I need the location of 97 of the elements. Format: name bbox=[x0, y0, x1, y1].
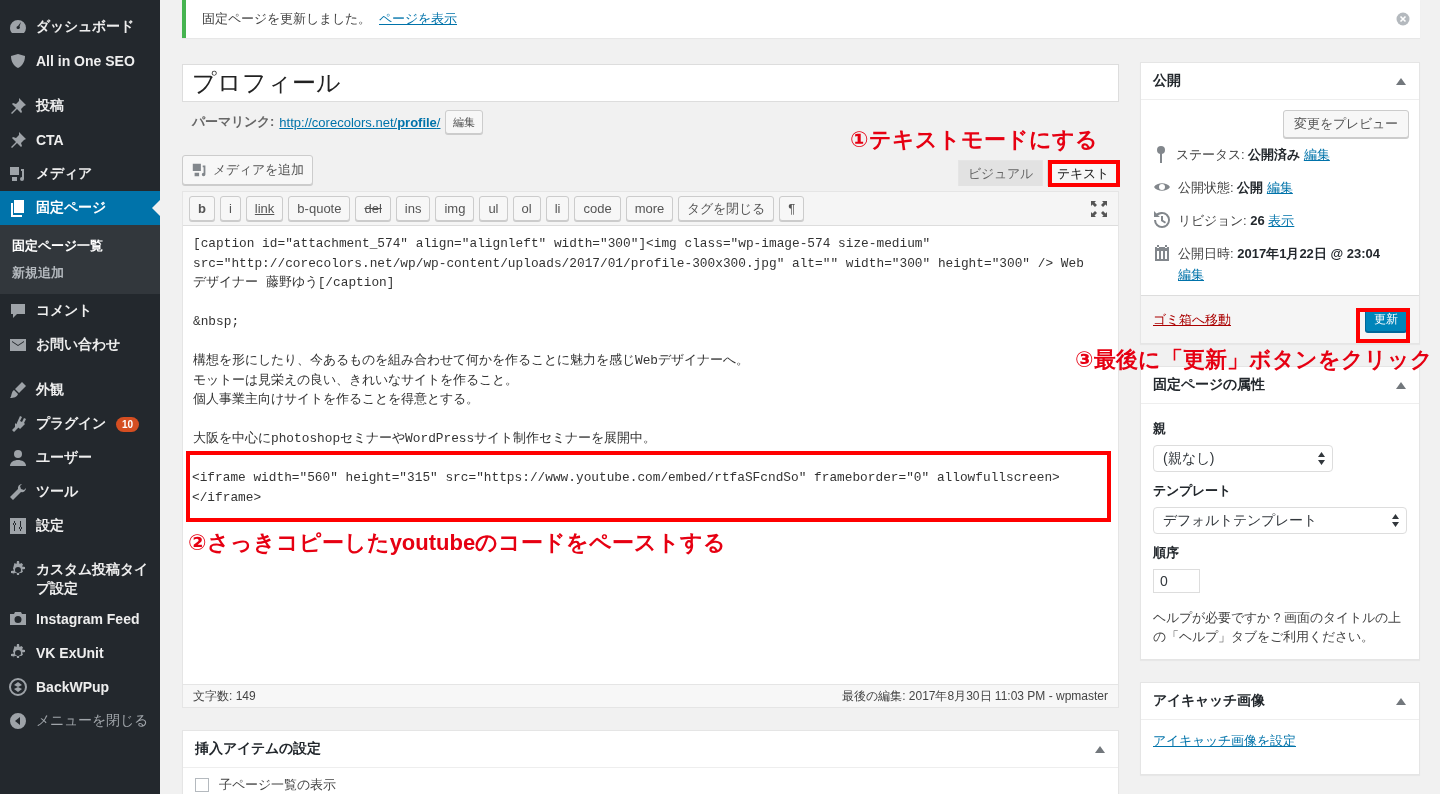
sidebar-menu-item[interactable]: VK ExUnit bbox=[0, 636, 160, 670]
field-label: 親 bbox=[1153, 420, 1167, 438]
box-title: 固定ページの属性 bbox=[1153, 376, 1265, 394]
format-button[interactable]: ¶ bbox=[779, 196, 805, 221]
box-title: 公開 bbox=[1153, 72, 1181, 90]
collapse-toggle-icon bbox=[1395, 696, 1407, 706]
format-button[interactable]: b bbox=[189, 196, 215, 221]
sidebar-menu-item[interactable]: All in One SEO bbox=[0, 44, 160, 78]
box-title: アイキャッチ画像 bbox=[1153, 692, 1265, 710]
collapse-toggle-icon bbox=[1094, 744, 1106, 754]
edit-link[interactable]: 編集 bbox=[1266, 180, 1293, 195]
checkbox-label: 子ページ一覧の表示 bbox=[219, 776, 336, 794]
sidebar-menu-item[interactable]: カスタム投稿タイプ設定 bbox=[0, 554, 160, 602]
last-edited-text: 最後の編集: 2017年8月30日 11:03 PM - wpmaster bbox=[842, 687, 1108, 705]
dropdown-field[interactable]: (親なし) bbox=[1153, 445, 1333, 472]
sidebar-menu-item[interactable]: Instagram Feed bbox=[0, 602, 160, 636]
fullscreen-icon bbox=[1090, 199, 1108, 218]
brush-icon bbox=[8, 380, 28, 400]
update-count-badge: 10 bbox=[116, 416, 140, 432]
format-button[interactable]: ul bbox=[479, 196, 508, 221]
order-field[interactable]: 0 bbox=[1153, 569, 1200, 593]
edit-link[interactable]: 表示 bbox=[1268, 213, 1295, 228]
sidebar-menu-item[interactable]: 外観 bbox=[0, 373, 160, 407]
preview-changes-button[interactable]: 変更をプレビュー bbox=[1283, 110, 1409, 138]
sidebar-menu-item[interactable]: プラグイン 10 bbox=[0, 407, 160, 441]
submenu-item[interactable]: 固定ページ一覧 bbox=[0, 232, 160, 259]
highlight-frame bbox=[1048, 160, 1120, 187]
sliders-icon bbox=[8, 516, 28, 536]
title-field[interactable]: プロフィール bbox=[182, 64, 1119, 102]
edit-link[interactable]: 編集 bbox=[1303, 147, 1330, 162]
format-button[interactable]: del bbox=[355, 196, 391, 221]
calendar-icon bbox=[1153, 244, 1171, 262]
box-title: 挿入アイテムの設定 bbox=[195, 740, 321, 758]
view-page-link[interactable]: ページを表示 bbox=[379, 10, 457, 28]
sidebar-menu-item[interactable]: 投稿 bbox=[0, 89, 160, 123]
sidebar-menu-item[interactable]: ダッシュボード bbox=[0, 10, 160, 44]
sidebar-menu-item[interactable]: BackWPup bbox=[0, 670, 160, 704]
field-label: 順序 bbox=[1153, 544, 1180, 562]
person-icon bbox=[8, 448, 28, 468]
sidebar-menu-item[interactable]: ツール bbox=[0, 475, 160, 509]
sidebar-menu-item[interactable]: メディア bbox=[0, 157, 160, 191]
shield-icon bbox=[8, 51, 28, 71]
publish-setting-text: リビジョン: 26 表示 bbox=[1178, 212, 1295, 230]
code-paragraph: &nbsp; bbox=[193, 313, 240, 331]
format-button[interactable]: code bbox=[574, 196, 621, 221]
sidebar-menu-item[interactable]: お問い合わせ bbox=[0, 328, 160, 362]
format-button[interactable]: img bbox=[435, 196, 475, 221]
code-paragraph: <iframe width="560" height="315" src="https://www.youtube.com/embed/rtfaSFcndSo" frameborder="0" allowfullscreen> </iframe> bbox=[192, 469, 1060, 507]
sidebar-menu-item[interactable]: 固定ページ bbox=[0, 191, 160, 225]
format-button[interactable]: more bbox=[625, 196, 674, 221]
annotation-text: ③最後に「更新」ボタンをクリック bbox=[1075, 347, 1433, 373]
checkbox[interactable] bbox=[195, 778, 209, 792]
set-featured-image-link[interactable]: アイキャッチ画像を設定 bbox=[1153, 733, 1296, 748]
submenu-item[interactable]: 新規追加 bbox=[0, 259, 160, 286]
sidebar-menu-item[interactable]: ユーザー bbox=[0, 441, 160, 475]
sidebar-menu-item[interactable]: コメント bbox=[0, 294, 160, 328]
format-button[interactable]: i bbox=[219, 196, 241, 221]
close-icon bbox=[1396, 12, 1410, 26]
field-label: テンプレート bbox=[1153, 482, 1232, 500]
edit-link[interactable]: 編集 bbox=[1178, 267, 1204, 282]
annotation-text: ①テキストモードにする bbox=[850, 127, 1098, 153]
history-icon bbox=[1153, 211, 1171, 229]
collapse-toggle-icon bbox=[1395, 76, 1407, 86]
circle-logo-icon bbox=[8, 677, 28, 697]
dropdown-arrows-icon bbox=[1317, 451, 1326, 466]
sidebar-menu-item[interactable]: CTA bbox=[0, 123, 160, 157]
format-button[interactable]: li bbox=[545, 196, 570, 221]
format-button[interactable]: タグを閉じる bbox=[678, 196, 775, 221]
add-media-button[interactable]: メディアを追加 bbox=[182, 155, 313, 185]
code-paragraph: [caption id="attachment_574" align="alignleft" width="300"]<img class="wp-image-574 size-medium" src="http://corecolors.net/wp/wp-content/uploads/2017/01/profile-300x300.jpg" alt="" width="300" height="300" /> Web デザイナー 藤野ゆう[/caption] bbox=[193, 235, 1084, 292]
collapse-icon bbox=[8, 711, 28, 731]
sidebar-menu-item[interactable]: 設定 bbox=[0, 509, 160, 543]
word-count: 文字数: 149 bbox=[193, 687, 256, 705]
format-button[interactable]: ins bbox=[395, 196, 431, 221]
format-button[interactable]: b-quote bbox=[288, 196, 351, 221]
help-text: ヘルプが必要ですか ? 画面のタイトルの上の「ヘルプ」タブをご利用ください。 bbox=[1153, 610, 1402, 646]
speech-bubble-icon bbox=[8, 301, 28, 321]
code-paragraph: 構想を形にしたり、今あるものを組み合わせて何かを作ることに魅力を感じWebデザイナーへ。 モットーは見栄えの良い、きれいなサイトを作ること。 個人事業主向けサイトを作ることを得意とする。 bbox=[193, 352, 750, 409]
format-button[interactable]: link bbox=[245, 196, 284, 221]
wrench-icon bbox=[8, 482, 28, 502]
edit-permalink-button[interactable]: 編集 bbox=[445, 110, 484, 134]
move-to-trash-link[interactable]: ゴミ箱へ移動 bbox=[1153, 310, 1231, 329]
annotation-text: ②さっきコピーしたyoutubeのコードをペーストする bbox=[188, 530, 727, 556]
publish-setting-text: 公開状態: 公開 編集 bbox=[1178, 179, 1293, 197]
dropdown-field[interactable]: デフォルトテンプレート bbox=[1153, 507, 1407, 534]
editor-tab[interactable]: ビジュアル bbox=[958, 160, 1043, 186]
code-paragraph: 大阪を中心にphotoshopセミナーやWordPressサイト制作セミナーを展開中。 bbox=[193, 430, 657, 448]
format-button[interactable]: ol bbox=[512, 196, 541, 221]
notice-message: 固定ページを更新しました。 bbox=[202, 10, 371, 28]
publish-setting-text: 公開日時: 2017年1月22日 @ 23:04 編集 bbox=[1178, 245, 1381, 284]
permalink-label: パーマリンク: bbox=[192, 113, 275, 131]
collapse-toggle-icon bbox=[1395, 380, 1407, 390]
sidebar-menu-item[interactable]: メニューを閉じる bbox=[0, 704, 160, 738]
dropdown-arrows-icon bbox=[1391, 513, 1400, 528]
permalink-link[interactable]: http://corecolors.net/profile/ bbox=[279, 114, 441, 130]
publish-setting-text: ステータス: 公開済み 編集 bbox=[1176, 146, 1330, 164]
highlight-frame bbox=[1356, 308, 1410, 343]
